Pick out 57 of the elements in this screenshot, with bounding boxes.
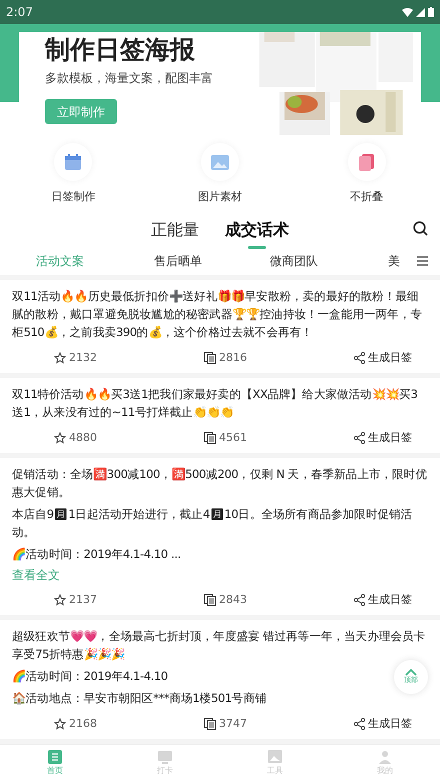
- sub-tab[interactable]: 微商团队: [270, 252, 388, 270]
- post-text: 超级狂欢节💗💗，全场最高七折封顶，年度盛宴 错过再等一年，当天办理会员卡享受75折特惠🎉🎉🎉: [12, 628, 426, 663]
- sub-tab[interactable]: 美: [388, 252, 410, 270]
- post-text: 双11特价活动🔥🔥买3送1把我们家最好卖的【XX品牌】给大家做活动💥💥买3送1，从来没有过的~11号打烊截止👏👏👏: [12, 386, 419, 421]
- copy-icon: [204, 594, 216, 606]
- share-icon: [354, 718, 365, 730]
- wifi-icon: [402, 8, 413, 16]
- signal-icon: [416, 8, 425, 16]
- sub-tab[interactable]: 活动文案: [36, 252, 154, 270]
- like-button[interactable]: 2132: [54, 350, 204, 366]
- read-more-link[interactable]: 查看全文: [12, 567, 60, 583]
- copy-button[interactable]: 4561: [204, 430, 354, 446]
- copy-icon: [204, 718, 216, 730]
- copy-icon: [204, 432, 216, 444]
- copy-button[interactable]: 2816: [204, 350, 354, 366]
- list-icon: [48, 750, 62, 764]
- post-text: 双11活动🔥🔥历史最低折扣价➕送好礼🎁🎁早安散粉，卖的最好的散粉！最细腻的散粉，戴口罩避免脱妆尴尬的秘密武器🏆🏆控油持妆！一盒能用一两年，专柜510💰，之前我卖390的💰，这个价格过去就不会再有！: [12, 288, 424, 341]
- star-icon: [54, 432, 66, 444]
- image-icon: [210, 154, 229, 170]
- shortcut-button[interactable]: 不折叠: [326, 143, 407, 215]
- monitor-icon: [158, 750, 172, 764]
- category-tab[interactable]: 正能量: [151, 215, 199, 245]
- share-button[interactable]: 生成日签: [354, 350, 412, 366]
- share-icon: [354, 594, 365, 606]
- like-button[interactable]: 2168: [54, 716, 204, 732]
- menu-icon[interactable]: [417, 256, 428, 266]
- share-icon: [354, 352, 365, 364]
- shortcut-button[interactable]: 日签制作: [33, 143, 114, 215]
- shortcut-button[interactable]: 图片素材: [180, 143, 260, 215]
- like-button[interactable]: 2137: [54, 592, 204, 608]
- calendar-icon: [64, 154, 82, 170]
- post-text: 🏠活动地点：早安市朝阳区***商场1楼501号商铺: [12, 690, 267, 707]
- copy-button[interactable]: 2843: [204, 592, 354, 608]
- banner-title: 制作日签海报: [45, 34, 196, 66]
- like-button[interactable]: 4880: [54, 430, 204, 446]
- battery-icon: [428, 7, 434, 17]
- document-icon: [359, 154, 374, 170]
- copy-button[interactable]: 3747: [204, 716, 354, 732]
- share-button[interactable]: 生成日签: [354, 716, 412, 732]
- chevron-up-icon: [405, 669, 417, 676]
- star-icon: [54, 718, 66, 730]
- star-icon: [54, 594, 66, 606]
- sub-tab[interactable]: 售后晒单: [154, 252, 270, 270]
- person-icon: [378, 750, 392, 764]
- post-text: 本店自9🈷1日起活动开始进行，截止4🈷10日。全场所有商品参加限时促销活动。: [12, 506, 414, 541]
- share-button[interactable]: 生成日签: [354, 430, 412, 446]
- search-icon[interactable]: [413, 221, 428, 236]
- share-button[interactable]: 生成日签: [354, 592, 412, 608]
- post-text: 🌈活动时间：2019年4.1-4.10 ...: [12, 546, 181, 563]
- banner-subtitle: 多款模板，海量文案，配图丰富: [45, 70, 214, 87]
- star-icon: [54, 352, 66, 364]
- post-text: 促销活动：全场🈵300减100，🈵500减200，仅剩 N 天，春季新品上市，限时优惠大促销。: [12, 466, 428, 501]
- post-text: 🌈活动时间：2019年4.1-4.10: [12, 668, 168, 685]
- image-icon: [268, 750, 282, 764]
- copy-icon: [204, 352, 216, 364]
- status-time: 2:07: [6, 4, 33, 21]
- share-icon: [354, 432, 365, 444]
